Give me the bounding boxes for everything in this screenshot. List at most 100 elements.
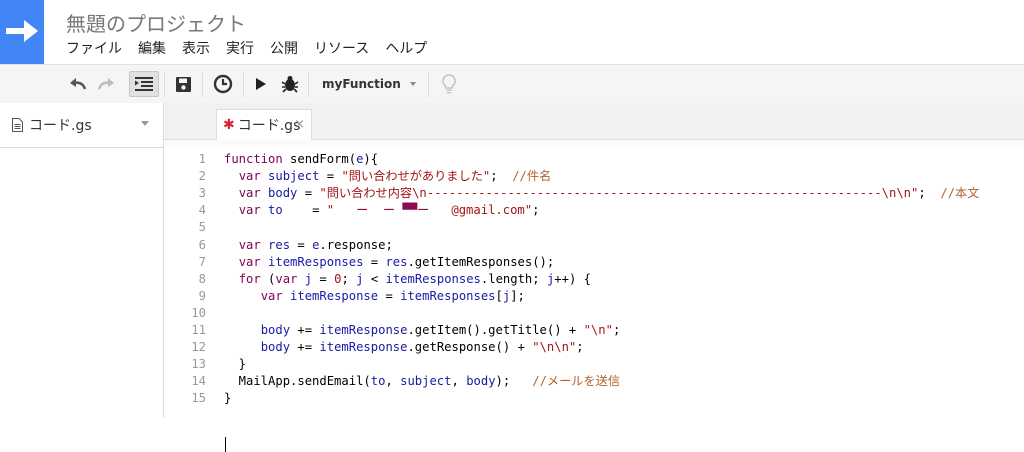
sidebar-item-code-gs[interactable]: コード.gs xyxy=(12,115,92,135)
code-token: itemResponses xyxy=(400,288,496,303)
code-token: = xyxy=(297,186,320,201)
code-line[interactable]: var res = e.response; xyxy=(224,237,393,254)
code-token: var xyxy=(238,186,261,201)
code-token: ; xyxy=(576,340,584,355)
code-token: res xyxy=(385,254,408,269)
code-token: ; xyxy=(612,323,621,337)
play-icon xyxy=(256,78,266,90)
code-token: var xyxy=(275,271,298,286)
code-token: to xyxy=(268,203,283,218)
tab-code-gs[interactable]: ✱ コード.gs × xyxy=(216,109,312,140)
code-token: subject xyxy=(268,169,320,184)
code-token: body xyxy=(466,374,496,389)
code-line[interactable]: body += itemResponse.getItem().getTitle(… xyxy=(224,322,621,339)
redo-button[interactable] xyxy=(94,71,118,97)
debug-button[interactable] xyxy=(278,71,302,97)
line-number: 2 xyxy=(198,169,206,184)
menu-edit[interactable]: 編集 xyxy=(138,38,166,58)
code-line[interactable]: } xyxy=(224,356,246,373)
code-token: += xyxy=(290,323,320,337)
line-number: 9 xyxy=(198,288,206,303)
sidebar-file-label: コード.gs xyxy=(29,118,92,134)
code-token: = xyxy=(378,288,401,303)
menu-bar: ファイル 編集 表示 実行 公開 リソース ヘルプ xyxy=(66,38,443,58)
menu-resources[interactable]: リソース xyxy=(314,38,369,58)
line-number: 10 xyxy=(191,305,206,320)
code-token: "問い合わせ内容\n------------------------------… xyxy=(319,186,919,201)
text-cursor xyxy=(225,437,226,452)
code-token: , xyxy=(385,374,401,389)
code-token: = xyxy=(282,203,327,218)
line-number: 8 xyxy=(198,271,206,286)
code-editor[interactable]: 1 2 3 4 5 6 7 8 9 10 11 12 13 14 15 function sendForm(… xyxy=(164,147,1024,452)
code-token: , xyxy=(451,374,467,389)
run-button[interactable] xyxy=(250,71,272,97)
code-line[interactable]: function sendForm(e){ xyxy=(224,151,378,168)
line-number: 15 xyxy=(191,391,206,406)
clock-icon xyxy=(213,74,233,94)
line-number: 3 xyxy=(198,186,206,201)
menu-help[interactable]: ヘルプ xyxy=(385,38,427,58)
code-token: body xyxy=(268,186,298,201)
code-token: sendForm( xyxy=(282,152,357,166)
line-number: 11 xyxy=(191,323,206,337)
code-token: += xyxy=(290,340,320,355)
code-token: body xyxy=(260,340,291,355)
line-number: 1 xyxy=(198,152,206,166)
code-token: //メールを送信 xyxy=(532,374,621,389)
function-select[interactable]: myFunction xyxy=(314,71,424,97)
undo-icon xyxy=(70,78,87,90)
file-menu-chevron-icon[interactable] xyxy=(141,121,149,126)
code-line[interactable]: body += itemResponse.getResponse() + "\n… xyxy=(224,339,584,356)
execution-hints-button[interactable] xyxy=(436,71,462,97)
close-icon[interactable]: × xyxy=(294,117,305,132)
code-line[interactable]: var body = "問い合わせ内容\n-------------------… xyxy=(224,185,980,202)
triggers-button[interactable] xyxy=(208,71,238,97)
project-title[interactable]: 無題のプロジェクト xyxy=(66,8,246,37)
undo-button[interactable] xyxy=(66,71,90,97)
code-line[interactable]: MailApp.sendEmail(to, subject, body); //… xyxy=(224,373,620,390)
code-token: .length; xyxy=(480,271,547,286)
code-token: } xyxy=(224,391,232,406)
code-token: = xyxy=(363,254,386,269)
code-token: res xyxy=(268,237,291,252)
save-button[interactable] xyxy=(170,71,196,97)
unsaved-indicator: ✱ xyxy=(223,117,235,133)
line-number: 14 xyxy=(191,374,206,389)
code-token: .getItemResponses(); xyxy=(407,254,555,269)
code-line[interactable]: var subject = "問い合わせがありました"; //件名 xyxy=(224,168,552,185)
apps-script-logo[interactable] xyxy=(0,0,44,64)
code-line[interactable]: var itemResponse = itemResponses[j]; xyxy=(224,288,525,305)
menu-view[interactable]: 表示 xyxy=(182,38,210,58)
line-number: 13 xyxy=(191,357,206,372)
code-token: ++) { xyxy=(554,271,591,286)
menu-run[interactable]: 実行 xyxy=(226,38,254,58)
code-line[interactable]: var itemResponses = res.getItemResponses… xyxy=(224,254,555,271)
code-token: .getItem().getTitle() + xyxy=(407,323,584,337)
code-token: itemResponses xyxy=(268,254,364,269)
code-token: itemResponses xyxy=(385,271,481,286)
line-number: 5 xyxy=(198,220,206,235)
code-line[interactable]: for (var j = 0; j < itemResponses.length… xyxy=(224,271,591,288)
indent-button[interactable] xyxy=(129,71,159,97)
line-number: 6 xyxy=(198,237,206,252)
code-token: MailApp.sendEmail( xyxy=(224,374,371,389)
code-line[interactable]: } xyxy=(224,390,231,407)
menu-publish[interactable]: 公開 xyxy=(270,38,298,58)
code-token: = xyxy=(290,237,313,252)
menu-file[interactable]: ファイル xyxy=(66,38,122,58)
chevron-down-icon xyxy=(410,82,416,86)
code-token: ]; xyxy=(510,288,525,303)
code-line[interactable]: var to = " ー ー ▀▀ー @gmail.com"; xyxy=(224,202,540,219)
